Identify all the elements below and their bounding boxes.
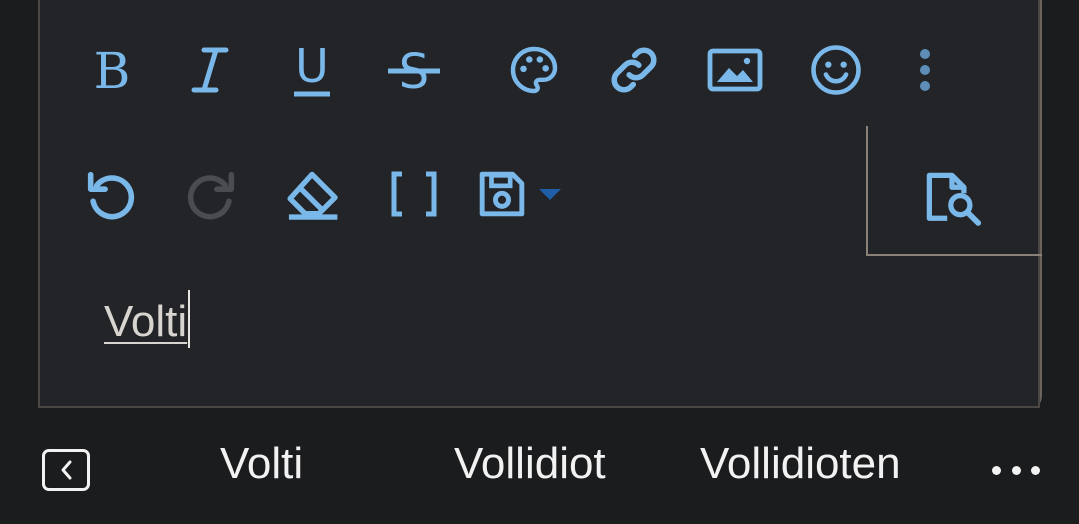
undo-icon <box>87 171 135 220</box>
more-vertical-icon <box>920 49 930 91</box>
palette-icon <box>510 46 558 94</box>
dropdown-arrow-icon <box>539 189 561 200</box>
editor-content[interactable]: Volti <box>104 290 191 349</box>
more-options-button[interactable] <box>893 38 957 102</box>
insert-emoji-button[interactable] <box>804 38 868 102</box>
underline-icon: U <box>294 40 330 97</box>
code-button[interactable] <box>382 162 446 226</box>
preview-button[interactable] <box>920 166 984 230</box>
redo-button[interactable] <box>180 162 244 226</box>
save-options-dropdown[interactable] <box>532 162 568 226</box>
collapse-toolbar-button[interactable] <box>42 449 90 491</box>
undo-button[interactable] <box>78 162 142 226</box>
preview-icon <box>926 172 982 226</box>
suggestion-2[interactable]: Vollidiot <box>454 438 606 491</box>
text-cursor <box>188 290 191 348</box>
save-draft-icon <box>479 171 525 217</box>
save-draft-button[interactable] <box>470 162 534 226</box>
code-brackets-icon <box>391 171 437 217</box>
eraser-icon <box>287 171 338 220</box>
image-icon <box>707 48 763 92</box>
underline-button[interactable]: U <box>280 38 344 102</box>
link-icon <box>611 47 657 93</box>
composing-word: Volti <box>104 297 188 346</box>
suggestion-1[interactable]: Volti <box>220 438 303 491</box>
more-horizontal-icon <box>992 465 1001 475</box>
italic-button[interactable] <box>178 38 242 102</box>
more-dot <box>1031 465 1040 475</box>
insert-link-button[interactable] <box>602 38 666 102</box>
chevron-left-icon <box>61 460 72 480</box>
svg-text:U: U <box>295 40 329 93</box>
emoji-icon <box>811 45 861 95</box>
italic-icon <box>191 47 229 93</box>
svg-text:B: B <box>94 42 131 98</box>
bold-icon: B <box>94 42 131 98</box>
more-suggestions-button[interactable] <box>992 450 1040 490</box>
more-dot <box>1011 465 1021 475</box>
remove-formatting-button[interactable] <box>280 162 344 226</box>
suggestion-3[interactable]: Vollidioten <box>700 438 901 491</box>
insert-image-button[interactable] <box>703 38 767 102</box>
bold-button[interactable]: B <box>80 38 144 102</box>
redo-icon <box>187 171 235 220</box>
strikethrough-icon: S <box>388 44 440 100</box>
text-color-button[interactable] <box>502 38 566 102</box>
strikethrough-button[interactable]: S <box>382 38 446 102</box>
